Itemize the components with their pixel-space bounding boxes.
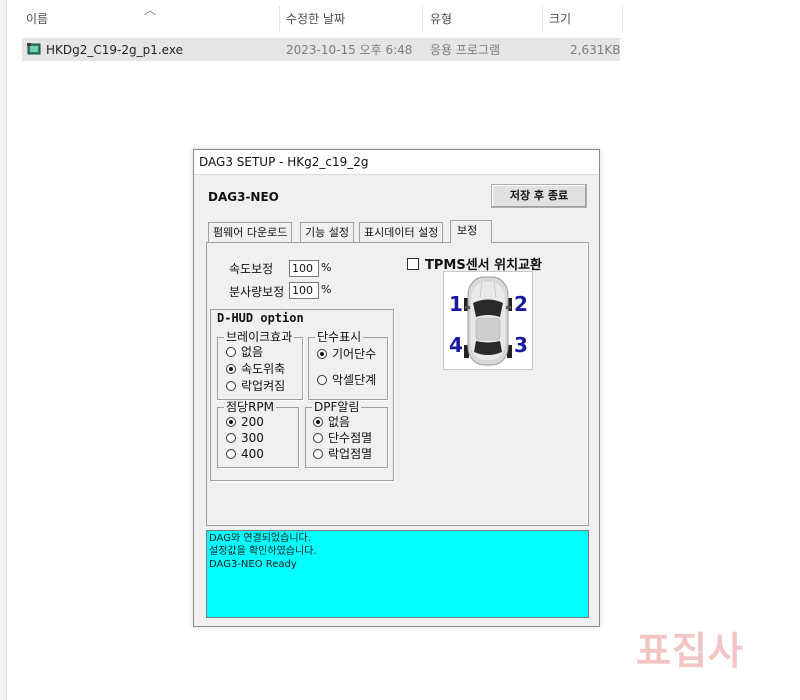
tpms-swap-checkbox[interactable] xyxy=(407,258,419,270)
app-label: DAG3-NEO xyxy=(208,190,279,204)
dot-rpm-title: 점당RPM xyxy=(224,400,277,414)
radio-button[interactable] xyxy=(317,349,327,359)
radio-button[interactable] xyxy=(313,449,323,459)
radio-label: 속도위축 xyxy=(241,362,286,376)
tpms-car-diagram: 1 2 3 4 xyxy=(443,271,533,370)
column-divider[interactable] xyxy=(622,6,623,32)
sort-up-icon[interactable]: ︿ xyxy=(144,3,156,17)
radio-button[interactable] xyxy=(317,375,327,385)
status-line: DAG와 연결되었습니다. xyxy=(209,533,311,544)
column-type[interactable]: 유형 xyxy=(430,0,452,38)
wheel-number-rear-left: 4 xyxy=(449,333,463,357)
radio-label: 400 xyxy=(241,447,264,461)
explorer-left-edge xyxy=(0,0,7,700)
radio-label: 없음 xyxy=(241,345,264,359)
gear-display-title: 단수표시 xyxy=(315,330,364,344)
radio-button[interactable] xyxy=(313,433,323,443)
gear-display-group: 단수표시 기어단수 악셀단계 xyxy=(308,330,388,400)
file-row[interactable]: HKDg2_C19-2g_p1.exe 2023-10-15 오후 6:48 응… xyxy=(22,39,620,61)
radio-label: 없음 xyxy=(328,415,351,429)
radio-label: 기어단수 xyxy=(332,347,377,361)
column-name[interactable]: 이름 xyxy=(26,0,48,38)
radio-button[interactable] xyxy=(313,417,323,427)
status-line: 설정값을 확인하였습니다. xyxy=(209,546,317,557)
radio-button[interactable] xyxy=(226,347,236,357)
radio-button[interactable] xyxy=(226,417,236,427)
radio-label: 악셀단계 xyxy=(332,373,377,387)
injection-correction-label: 분사량보정 xyxy=(229,285,285,299)
file-modified: 2023-10-15 오후 6:48 xyxy=(286,43,413,57)
file-type: 응용 프로그램 xyxy=(430,43,501,57)
watermark-text: 표집사 xyxy=(636,629,744,673)
explorer-column-header: ︿ 이름 수정한 날짜 유형 크기 xyxy=(22,0,623,39)
dpf-alarm-title: DPF알림 xyxy=(312,400,362,414)
radio-label: 락업켜짐 xyxy=(241,379,286,393)
dhud-option-group: D-HUD option 브레이크효과 없음 속도위축 락업켜짐 단수표시 기어… xyxy=(210,309,394,481)
radio-button[interactable] xyxy=(226,433,236,443)
wheel-number-front-right: 2 xyxy=(514,292,528,316)
dialog-titlebar[interactable]: DAG3 SETUP - HKg2_c19_2g xyxy=(194,150,599,175)
save-and-exit-button[interactable]: 저장 후 종료 xyxy=(491,184,587,208)
dpf-alarm-group: DPF알림 없음 단수점멸 락업점멸 xyxy=(305,400,388,468)
tab-function-settings[interactable]: 기능 설정 xyxy=(300,222,354,242)
speed-correction-label: 속도보정 xyxy=(229,262,274,276)
column-modified[interactable]: 수정한 날짜 xyxy=(286,0,345,38)
column-divider[interactable] xyxy=(279,6,280,32)
brake-effect-title: 브레이크효과 xyxy=(224,330,295,344)
speed-correction-input[interactable]: 100 xyxy=(289,260,319,277)
radio-label: 300 xyxy=(241,431,264,445)
injection-correction-unit: % xyxy=(321,283,332,296)
radio-button[interactable] xyxy=(226,364,236,374)
radio-label: 200 xyxy=(241,415,264,429)
tab-correction[interactable]: 보정 xyxy=(450,220,493,243)
dialog-title: DAG3 SETUP - HKg2_c19_2g xyxy=(199,155,369,169)
dhud-option-title: D-HUD option xyxy=(217,311,304,325)
wheel-number-front-left: 1 xyxy=(449,292,463,316)
file-name[interactable]: HKDg2_C19-2g_p1.exe xyxy=(46,39,183,61)
speed-correction-unit: % xyxy=(321,261,332,274)
dot-rpm-group: 점당RPM 200 300 400 xyxy=(217,400,299,468)
tab-firmware-download[interactable]: 펌웨어 다운로드 xyxy=(208,222,293,242)
radio-button[interactable] xyxy=(226,381,236,391)
radio-label: 단수점멸 xyxy=(328,431,373,445)
brake-effect-group: 브레이크효과 없음 속도위축 락업켜짐 xyxy=(217,330,303,400)
status-log[interactable]: DAG와 연결되었습니다. 설정값을 확인하였습니다. DAG3-NEO Rea… xyxy=(206,530,589,618)
tab-display-data-settings[interactable]: 표시데이터 설정 xyxy=(359,222,444,242)
radio-label: 락업점멸 xyxy=(328,447,373,461)
column-size[interactable]: 크기 xyxy=(549,0,571,38)
injection-correction-input[interactable]: 100 xyxy=(289,282,319,299)
file-size: 2,631KB xyxy=(570,43,621,57)
status-line: DAG3-NEO Ready xyxy=(209,559,297,570)
column-divider[interactable] xyxy=(422,6,423,32)
dag3-setup-dialog: DAG3 SETUP - HKg2_c19_2g DAG3-NEO 저장 후 종… xyxy=(193,149,600,627)
wheel-number-rear-right: 3 xyxy=(514,333,528,357)
exe-file-icon xyxy=(27,43,41,55)
radio-button[interactable] xyxy=(226,449,236,459)
column-divider[interactable] xyxy=(542,6,543,32)
